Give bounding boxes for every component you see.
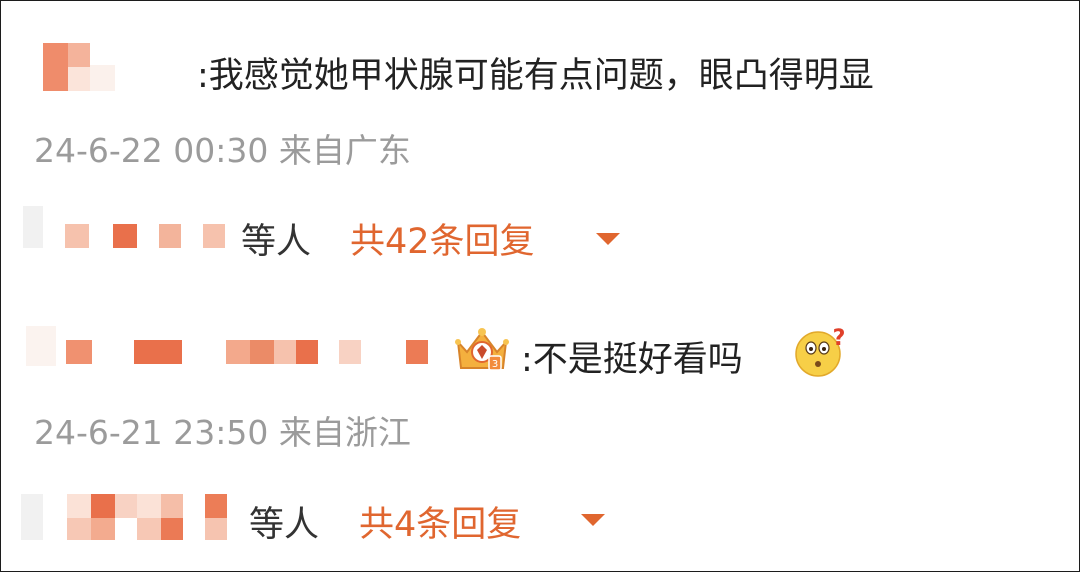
comment-text-1: :我感觉她甲状腺可能有点问题，眼凸得明显 <box>197 56 874 96</box>
svg-text:?: ? <box>833 326 846 351</box>
comment-meta-1: 24-6-22 00:30 来自广东 <box>34 131 411 170</box>
comment-meta-2: 24-6-21 23:50 来自浙江 <box>34 413 411 452</box>
expand-replies-caret-icon-1[interactable] <box>596 233 620 245</box>
reply-count-link-2[interactable]: 共4条回复 <box>359 496 521 547</box>
expand-replies-caret-icon-2[interactable] <box>581 514 605 526</box>
svg-text:3: 3 <box>492 359 498 370</box>
censored-reply-avatars-2[interactable] <box>21 494 231 542</box>
comment-text-2: :不是挺好看吗 <box>521 340 743 380</box>
censored-reply-avatars-1[interactable] <box>23 206 228 251</box>
confused-face-emoji-icon: ? <box>795 326 846 377</box>
censored-username-1[interactable] <box>43 43 118 93</box>
reply-authors-suffix-2: 等人 <box>249 505 320 545</box>
reply-count-link-1[interactable]: 共42条回复 <box>350 213 535 264</box>
crown-level-badge-icon: 3 <box>455 328 509 371</box>
comment-thread-panel: :我感觉她甲状腺可能有点问题，眼凸得明显 24-6-22 00:30 来自广东 … <box>0 0 1080 572</box>
censored-username-2[interactable] <box>26 326 451 386</box>
reply-authors-suffix-1: 等人 <box>241 222 312 262</box>
